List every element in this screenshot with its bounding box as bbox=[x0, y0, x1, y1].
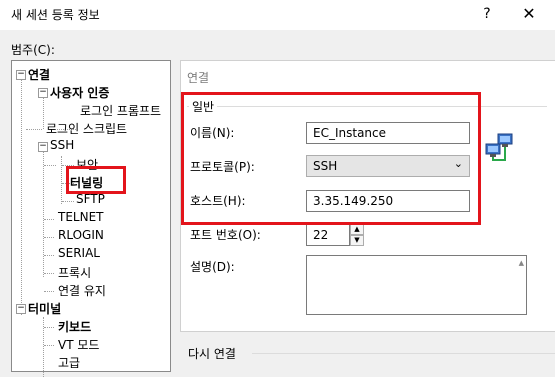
tree-item-security[interactable]: 보안 bbox=[76, 156, 98, 173]
close-button[interactable]: ✕ bbox=[516, 0, 542, 30]
protocol-select[interactable]: SSH ⌄ bbox=[306, 155, 470, 177]
tree-item-telnet[interactable]: TELNET bbox=[58, 210, 104, 224]
tree-item-login-script[interactable]: 로그인 스크립트 bbox=[46, 120, 127, 137]
scroll-up-icon: ▲ bbox=[518, 259, 524, 267]
panel-header: 연결 bbox=[187, 71, 210, 85]
general-group-divider bbox=[187, 106, 547, 107]
tree-item-proxy[interactable]: 프록시 bbox=[58, 264, 91, 281]
tree-item-rlogin[interactable]: RLOGIN bbox=[58, 228, 104, 242]
name-input-value: EC_Instance bbox=[313, 126, 387, 140]
protocol-label: 프로토콜(P): bbox=[190, 160, 255, 174]
tree-item-ssh[interactable]: SSH bbox=[50, 138, 74, 152]
host-label: 호스트(H): bbox=[190, 194, 246, 208]
collapse-toggle-connection[interactable]: − bbox=[16, 70, 26, 80]
network-computers-icon bbox=[485, 133, 513, 161]
title-bar: 새 세션 등록 정보 ? ✕ bbox=[0, 0, 555, 30]
description-label: 설명(D): bbox=[190, 260, 235, 274]
help-button[interactable]: ? bbox=[476, 0, 498, 30]
window-title: 새 세션 등록 정보 bbox=[11, 8, 100, 22]
name-input[interactable]: EC_Instance bbox=[306, 122, 470, 144]
tree-item-connection[interactable]: 연결 bbox=[28, 66, 50, 83]
collapse-toggle-ssh[interactable]: − bbox=[38, 142, 48, 152]
category-tree[interactable]: − − − − 연결 사용자 인증 로그인 프롬프트 로그인 스크립트 SSH … bbox=[11, 60, 171, 377]
name-label: 이름(N): bbox=[190, 126, 235, 140]
general-group-label: 일반 bbox=[189, 98, 218, 115]
protocol-select-value: SSH bbox=[313, 159, 338, 173]
tree-item-tunneling[interactable]: 터널링 bbox=[70, 174, 103, 191]
tree-item-serial[interactable]: SERIAL bbox=[58, 246, 100, 260]
tree-item-user-auth[interactable]: 사용자 인증 bbox=[50, 84, 109, 101]
tree-item-advanced[interactable]: 고급 bbox=[58, 354, 80, 371]
tree-item-login-prompt[interactable]: 로그인 프롬프트 bbox=[80, 102, 161, 119]
category-label: 범주(C): bbox=[11, 43, 55, 57]
port-input-value: 22 bbox=[313, 228, 329, 242]
collapse-toggle-user-auth[interactable]: − bbox=[38, 88, 48, 98]
host-input-value: 3.35.149.250 bbox=[313, 194, 394, 208]
tree-item-sftp[interactable]: SFTP bbox=[76, 192, 105, 206]
tree-item-keyboard[interactable]: 키보드 bbox=[58, 318, 91, 335]
description-textarea[interactable]: ▲ bbox=[306, 255, 527, 315]
collapse-toggle-terminal[interactable]: − bbox=[16, 304, 26, 314]
host-input[interactable]: 3.35.149.250 bbox=[306, 190, 470, 212]
tree-item-vt-mode[interactable]: VT 모드 bbox=[58, 336, 99, 353]
port-increment-button[interactable]: ▲ bbox=[350, 224, 364, 235]
port-decrement-button[interactable]: ▼ bbox=[350, 235, 364, 246]
reconnect-divider bbox=[252, 353, 555, 354]
tree-item-terminal[interactable]: 터미널 bbox=[28, 300, 61, 317]
chevron-down-icon: ⌄ bbox=[453, 157, 463, 170]
port-input[interactable]: 22 bbox=[306, 224, 350, 246]
port-label: 포트 번호(O): bbox=[190, 228, 261, 242]
reconnect-group-label: 다시 연결 bbox=[188, 347, 236, 361]
tree-item-keepalive[interactable]: 연결 유지 bbox=[58, 282, 106, 299]
